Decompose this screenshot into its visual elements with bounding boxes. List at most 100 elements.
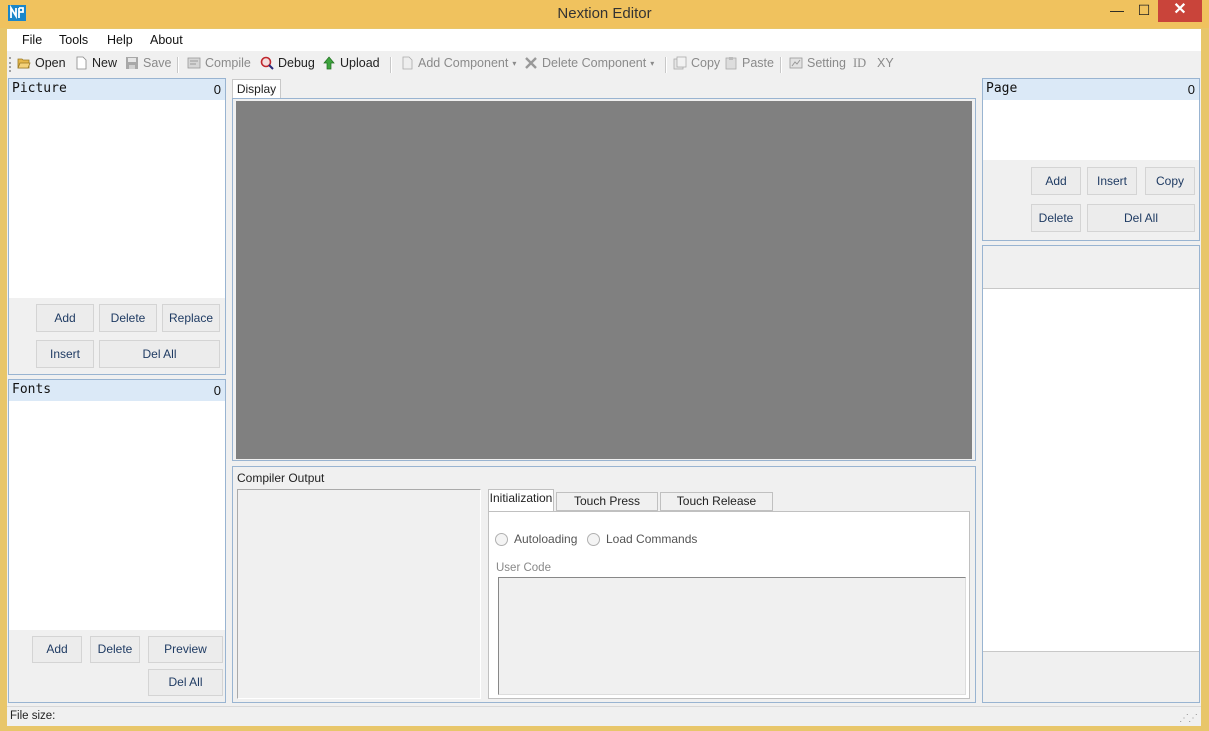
minimize-button[interactable]: — <box>1104 0 1130 22</box>
picture-replace-button[interactable]: Replace <box>162 304 220 332</box>
close-button[interactable]: ✕ <box>1158 0 1202 22</box>
attribute-panel <box>982 245 1200 703</box>
add-component-button[interactable]: Add Component ▾ <box>400 56 516 70</box>
display-canvas[interactable] <box>236 101 972 459</box>
client-area: File Tools Help About Open New Save Comp… <box>7 29 1201 726</box>
compile-icon <box>187 57 201 69</box>
debug-magnifier-icon <box>260 56 274 70</box>
picture-count: 0 <box>213 82 221 97</box>
status-bar: File size: ⋰⋰ <box>7 706 1201 726</box>
autoloading-radio-circle <box>495 532 508 546</box>
window-title: Nextion Editor <box>557 5 652 22</box>
add-component-icon <box>402 56 413 70</box>
compiler-output-panel: Compiler Output Initialization Touch Pre… <box>232 466 976 703</box>
fonts-del-all-button[interactable]: Del All <box>148 669 223 696</box>
picture-del-all-button[interactable]: Del All <box>99 340 220 368</box>
attribute-description <box>983 651 1199 702</box>
compiler-output-box[interactable] <box>237 489 481 699</box>
fonts-panel-header: Fonts 0 <box>9 380 225 401</box>
toolbar-separator <box>390 57 392 73</box>
autoloading-label: Autoloading <box>514 532 578 546</box>
tab-touch-release-event[interactable]: Touch Release Event <box>660 492 773 525</box>
copy-label: Copy <box>691 56 721 70</box>
save-button[interactable]: Save <box>125 56 172 70</box>
compile-button[interactable]: Compile <box>187 56 251 70</box>
upload-label: Upload <box>340 56 380 70</box>
fonts-panel: Fonts 0 Add Delete Preview Del All <box>8 379 226 703</box>
fonts-delete-button[interactable]: Delete <box>90 636 140 663</box>
event-tab-page: Autoloading Load Commands User Code <box>488 511 970 699</box>
fonts-list[interactable] <box>9 401 225 630</box>
tab-touch-press-event[interactable]: Touch Press Event <box>556 492 658 525</box>
toolbar-separator <box>780 57 782 73</box>
load-commands-radio-circle <box>587 532 600 546</box>
menu-help[interactable]: Help <box>107 33 133 47</box>
display-frame <box>232 98 976 461</box>
file-size-label: File size: <box>10 710 56 722</box>
delete-component-button[interactable]: Delete Component ▾ <box>524 56 654 70</box>
page-add-button[interactable]: Add <box>1031 167 1081 195</box>
page-panel-header: Page 0 <box>983 79 1199 100</box>
page-delete-button[interactable]: Delete <box>1031 204 1081 232</box>
tab-display[interactable]: Display <box>232 79 281 99</box>
new-button[interactable]: New <box>74 56 117 70</box>
compiler-output-label: Compiler Output <box>237 471 325 485</box>
delete-component-label: Delete Component <box>542 56 647 70</box>
attribute-list[interactable] <box>983 289 1199 651</box>
toolbar: Open New Save Compile Debug Upload Add C… <box>7 52 1201 77</box>
debug-label: Debug <box>278 56 315 70</box>
picture-delete-button[interactable]: Delete <box>99 304 157 332</box>
setting-button[interactable]: Setting <box>789 56 846 70</box>
page-panel: Page 0 Add Insert Copy Delete Del All <box>982 78 1200 241</box>
picture-add-button[interactable]: Add <box>36 304 94 332</box>
fonts-panel-title: Fonts <box>12 382 52 397</box>
save-label: Save <box>143 56 172 70</box>
setting-icon <box>789 57 803 69</box>
copy-button[interactable]: Copy <box>673 56 720 70</box>
folder-open-icon <box>17 58 31 69</box>
app-window: Nextion Editor — ☐ ✕ File Tools Help Abo… <box>0 0 1209 731</box>
resize-grip-icon[interactable]: ⋰⋰ <box>1179 713 1198 724</box>
open-label: Open <box>35 56 66 70</box>
page-panel-title: Page <box>986 81 1018 96</box>
new-label: New <box>92 56 118 70</box>
menu-about[interactable]: About <box>150 33 183 47</box>
maximize-button[interactable]: ☐ <box>1131 0 1157 22</box>
delete-x-icon <box>525 57 537 69</box>
tab-initialization[interactable]: Initialization <box>488 489 554 512</box>
menu-bar: File Tools Help About <box>7 29 1201 51</box>
page-list[interactable] <box>983 100 1199 160</box>
add-component-label: Add Component <box>418 56 509 70</box>
picture-panel-header: Picture 0 <box>9 79 225 100</box>
menu-tools[interactable]: Tools <box>59 33 88 47</box>
page-del-all-button[interactable]: Del All <box>1087 204 1195 232</box>
upload-arrow-icon <box>323 56 335 70</box>
picture-list[interactable] <box>9 100 225 298</box>
upload-button[interactable]: Upload <box>322 56 380 70</box>
debug-button[interactable]: Debug <box>260 56 315 70</box>
load-commands-radio[interactable]: Load Commands <box>587 532 697 546</box>
delete-component-dropdown-icon: ▾ <box>650 58 655 68</box>
page-insert-button[interactable]: Insert <box>1087 167 1137 195</box>
xy-toggle[interactable]: XY <box>877 56 894 70</box>
paste-button[interactable]: Paste <box>724 56 774 70</box>
autoloading-radio[interactable]: Autoloading <box>495 532 577 546</box>
open-button[interactable]: Open <box>17 56 66 70</box>
page-copy-button[interactable]: Copy <box>1145 167 1195 195</box>
fonts-preview-button[interactable]: Preview <box>148 636 223 663</box>
fonts-add-button[interactable]: Add <box>32 636 82 663</box>
picture-insert-button[interactable]: Insert <box>36 340 94 368</box>
menu-file[interactable]: File <box>22 33 42 47</box>
page-count: 0 <box>1187 82 1195 97</box>
compile-label: Compile <box>205 56 251 70</box>
save-disk-icon <box>126 57 138 69</box>
new-file-icon <box>76 56 87 70</box>
title-bar[interactable]: Nextion Editor — ☐ ✕ <box>0 0 1209 28</box>
paste-label: Paste <box>742 56 774 70</box>
add-component-dropdown-icon: ▾ <box>512 58 517 68</box>
toolbar-grip[interactable] <box>9 57 13 72</box>
setting-label: Setting <box>807 56 846 70</box>
user-code-textarea[interactable] <box>498 577 966 695</box>
id-toggle[interactable]: ID <box>853 56 866 71</box>
toolbar-separator <box>665 57 667 73</box>
